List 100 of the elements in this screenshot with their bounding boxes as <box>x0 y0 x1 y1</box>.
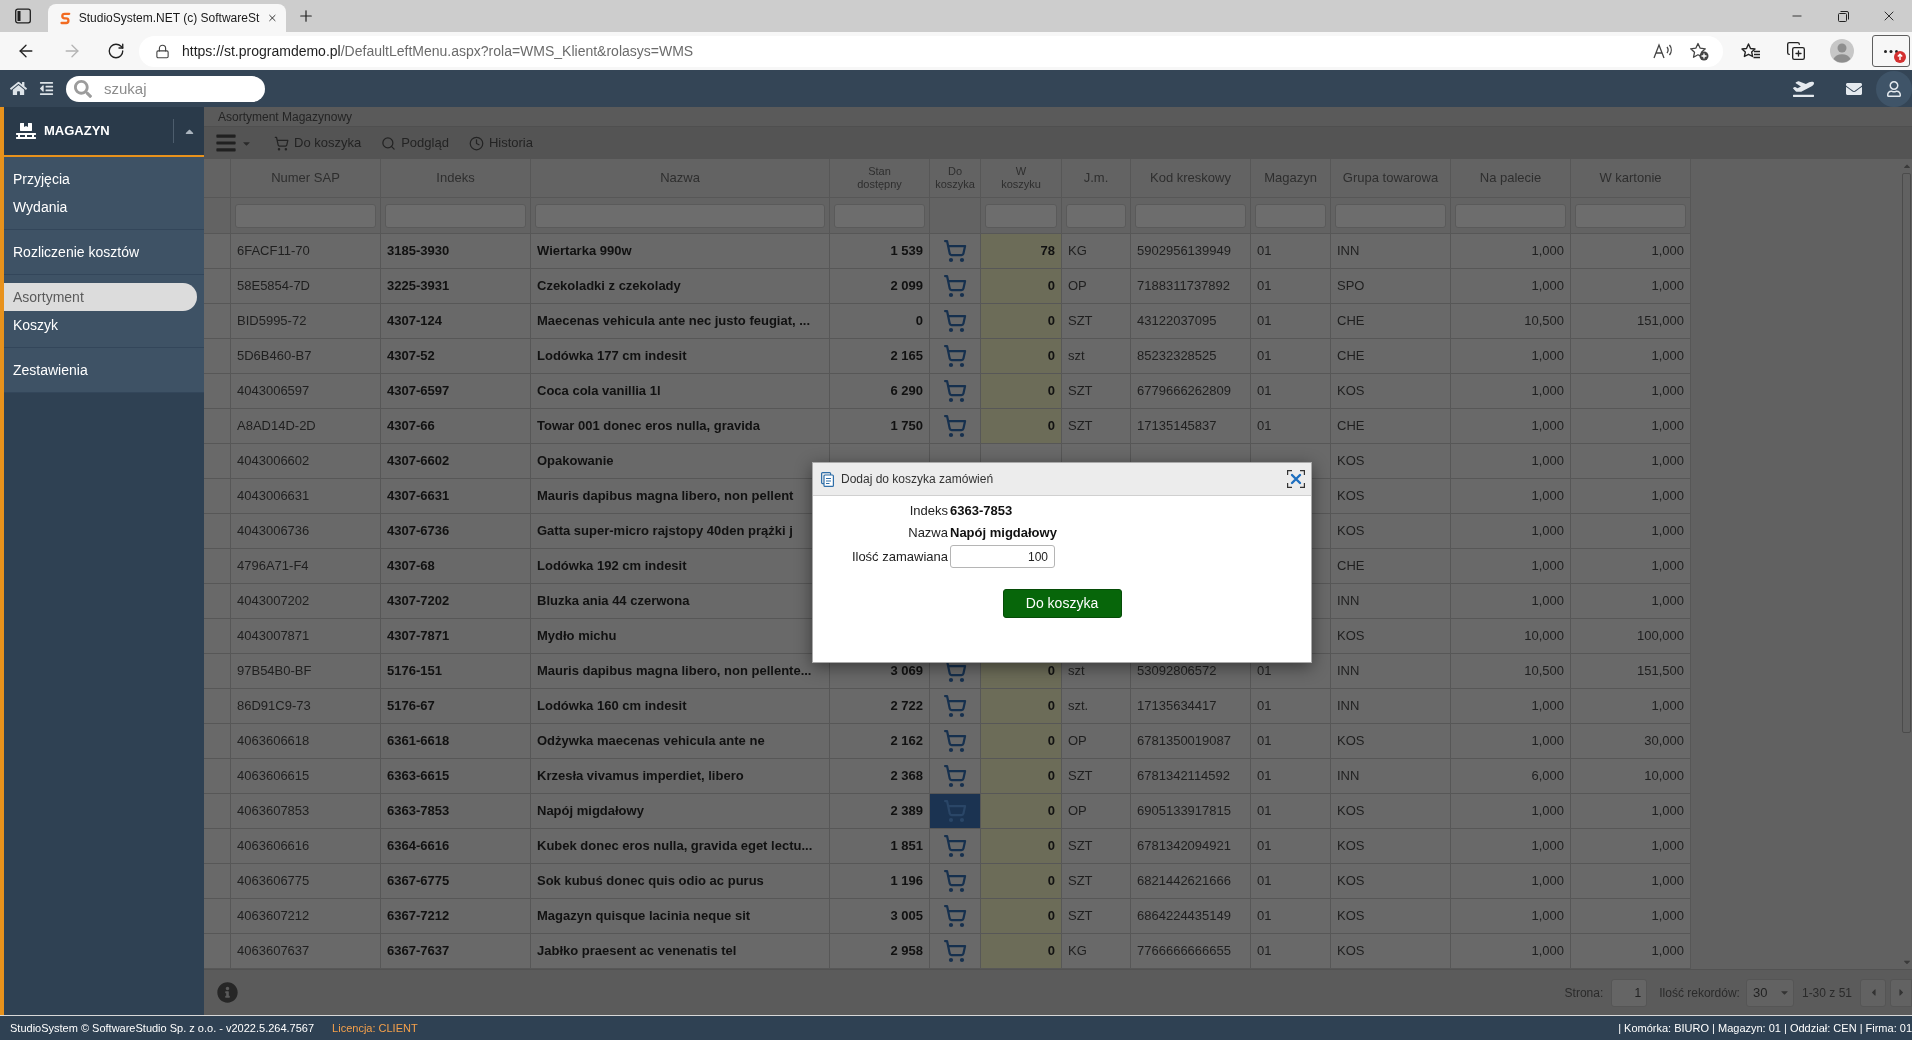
basket-quantity: 0 <box>981 759 1062 793</box>
sidebar-item[interactable]: Przyjęcia <box>4 165 197 193</box>
sap-number: A8AD14D-2D <box>237 417 316 436</box>
tab-actions-icon[interactable] <box>15 8 31 24</box>
search-field[interactable]: szukaj <box>66 75 265 102</box>
warehouse-code: 01 <box>1257 907 1272 926</box>
sidebar-item[interactable]: Rozliczenie kosztów <box>4 238 197 266</box>
product-group: INN <box>1337 241 1360 261</box>
product-group: INN <box>1337 591 1360 611</box>
warehouse-code: 01 <box>1257 767 1272 786</box>
user-icon[interactable] <box>1876 70 1912 107</box>
pallet-quantity: 1,000 <box>1531 487 1564 506</box>
barcode: 85232328525 <box>1137 347 1217 366</box>
item-name: Sok kubuś donec quis odio ac purus <box>537 872 764 891</box>
lock-icon[interactable] <box>154 43 170 59</box>
unit-of-measure: SZT <box>1068 837 1093 856</box>
sidebar-item[interactable]: Koszyk <box>4 311 197 339</box>
basket-quantity: 0 <box>981 304 1062 338</box>
previous-page-button[interactable] <box>1860 978 1886 1007</box>
page-size-select[interactable]: 30 <box>1745 978 1794 1007</box>
item-index: 4307-7871 <box>387 627 450 646</box>
item-index: 4307-66 <box>387 417 435 436</box>
product-group: KOS <box>1337 941 1365 961</box>
stock-quantity: 2 389 <box>890 802 923 821</box>
item-index: 4307-6736 <box>387 522 450 541</box>
browser-tab[interactable]: StudioSystem.NET (c) SoftwareSt <box>48 4 286 32</box>
document-icon <box>821 471 834 487</box>
item-index: 6367-6775 <box>387 872 450 891</box>
item-index: 4307-124 <box>387 312 442 331</box>
sidebar-item[interactable]: Zestawienia <box>4 356 197 384</box>
outdent-icon[interactable] <box>39 81 54 96</box>
info-icon[interactable] <box>217 982 238 1003</box>
reload-icon[interactable] <box>106 42 125 60</box>
carton-quantity: 1,000 <box>1651 242 1684 261</box>
product-group: CHE <box>1337 311 1365 331</box>
pallet-quantity: 1,000 <box>1531 802 1564 821</box>
carton-quantity: 1,000 <box>1651 452 1684 471</box>
carton-quantity: 1,000 <box>1651 907 1684 926</box>
unit-of-measure: SZT <box>1068 767 1093 786</box>
item-index: 4307-68 <box>387 557 435 576</box>
product-group: KOS <box>1337 486 1365 506</box>
product-group: KOS <box>1337 836 1365 856</box>
new-tab-icon[interactable] <box>297 7 315 25</box>
pallet-quantity: 1,000 <box>1531 837 1564 856</box>
plane-icon[interactable] <box>1793 78 1814 99</box>
carton-quantity: 1,000 <box>1651 347 1684 366</box>
add-to-cart-button[interactable]: Do koszyka <box>1002 589 1122 618</box>
warehouse-code: 01 <box>1257 312 1272 331</box>
warehouse-code: 01 <box>1257 732 1272 751</box>
sap-number: 4796A71-F4 <box>237 557 309 576</box>
item-name: Napój migdałowy <box>537 802 644 821</box>
product-group: KOS <box>1337 381 1365 401</box>
cart-icon <box>943 729 967 753</box>
sap-number: 4043007202 <box>237 592 310 611</box>
item-name: Wiertarka 990w <box>537 242 632 261</box>
menu-button[interactable] <box>215 132 252 154</box>
sidebar-item[interactable]: Wydania <box>4 193 197 221</box>
sap-number: 97B54B0-BF <box>237 662 312 681</box>
ellipsis-icon <box>1884 49 1898 53</box>
pallet-quantity: 1,000 <box>1531 382 1564 401</box>
collections-icon[interactable] <box>1786 41 1806 61</box>
pallet-quantity: 1,000 <box>1531 347 1564 366</box>
add-favorite-icon[interactable] <box>1689 41 1710 61</box>
search-icon <box>74 79 92 98</box>
barcode: 17135634417 <box>1137 697 1217 716</box>
favorites-icon[interactable] <box>1741 43 1762 59</box>
address-field[interactable]: https://st.programdemo.pl/DefaultLeftMenu.aspx?rola=WMS_Klient&rolasys=WMS <box>138 35 1724 67</box>
stock-quantity: 1 851 <box>890 837 923 856</box>
close-icon[interactable] <box>1287 470 1305 488</box>
unit-of-measure: SZT <box>1068 872 1093 891</box>
barcode: 53092806572 <box>1137 662 1217 681</box>
more-button[interactable] <box>1872 35 1910 67</box>
next-page-button[interactable] <box>1890 978 1912 1007</box>
read-aloud-icon[interactable] <box>1653 43 1674 59</box>
pallet-quantity: 1,000 <box>1531 277 1564 296</box>
item-name: Mauris dapibus magna libero, non pellente... <box>537 662 812 681</box>
carton-quantity: 1,000 <box>1651 592 1684 611</box>
sap-number: 4043006597 <box>237 382 310 401</box>
stock-quantity: 1 539 <box>890 242 923 261</box>
restore-icon[interactable] <box>1837 10 1849 22</box>
cart-icon <box>943 309 967 333</box>
profile-avatar-icon[interactable] <box>1830 39 1854 63</box>
home-icon[interactable] <box>10 80 27 97</box>
page-input[interactable]: 1 <box>1611 978 1648 1007</box>
quantity-input[interactable]: 100 <box>950 545 1055 568</box>
cart-icon <box>943 694 967 718</box>
item-name: Mauris dapibus magna libero, non pellent <box>537 487 794 506</box>
warehouse-code: 01 <box>1257 837 1272 856</box>
sap-number: 4043006631 <box>237 487 310 506</box>
dialog-title: Dodaj do koszyka zamówień <box>841 471 994 488</box>
field-value: 6363-7853 <box>950 502 1013 520</box>
carton-quantity: 151,000 <box>1637 312 1684 331</box>
sidebar-item[interactable]: Asortyment <box>4 283 197 311</box>
stock-quantity: 3 069 <box>890 662 923 681</box>
mail-icon[interactable] <box>1846 80 1862 97</box>
unit-of-measure: szt. <box>1068 697 1089 716</box>
item-name: Bluzka ania 44 czerwona <box>537 592 690 611</box>
basket-quantity: 0 <box>981 409 1062 443</box>
carton-quantity: 10,000 <box>1644 767 1684 786</box>
pallet-quantity: 6,000 <box>1531 767 1564 786</box>
